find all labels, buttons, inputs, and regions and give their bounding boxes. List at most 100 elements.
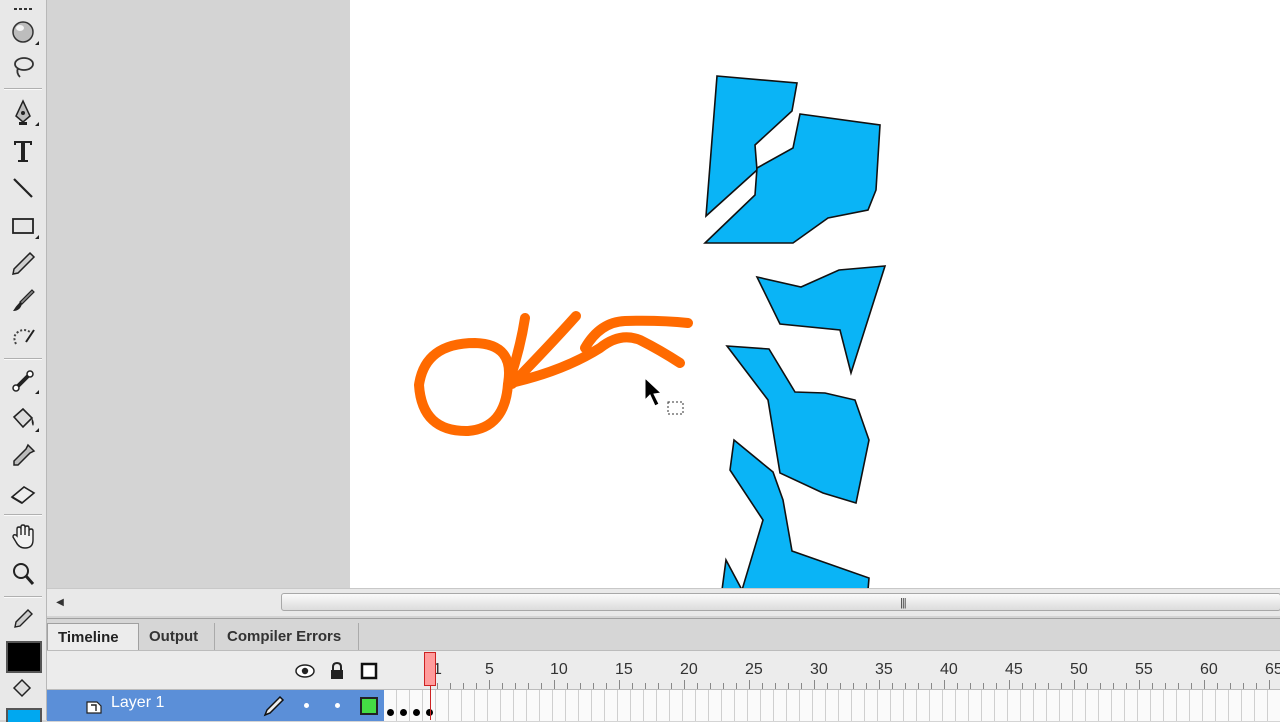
tab-compiler-errors[interactable]: Compiler Errors bbox=[217, 623, 359, 651]
line-tool[interactable] bbox=[4, 170, 42, 206]
fill-color-tool[interactable] bbox=[4, 674, 42, 704]
pencil-edit-icon bbox=[263, 695, 285, 717]
eraser-icon bbox=[10, 486, 36, 504]
stroke-color-swatch[interactable] bbox=[6, 641, 42, 673]
frame-number-25: 25 bbox=[745, 661, 763, 678]
frame-number-20: 20 bbox=[680, 661, 698, 678]
stage-horizontal-scrollbar[interactable]: ◀ ||| bbox=[47, 588, 1280, 616]
hand-icon bbox=[12, 524, 34, 549]
tab-timeline[interactable]: Timeline bbox=[47, 623, 139, 651]
layer-row[interactable]: Layer 1 bbox=[47, 689, 1280, 721]
frame-ruler[interactable]: 1 5 10 15 20 25 30 35 40 45 50 55 60 65 bbox=[431, 651, 1280, 689]
scrollbar-thumb[interactable]: ||| bbox=[281, 593, 1280, 611]
show-hide-all-layers-icon[interactable] bbox=[295, 661, 315, 681]
frame-number-40: 40 bbox=[940, 661, 958, 678]
panel-tab-bar: Timeline Output Compiler Errors bbox=[47, 618, 1280, 651]
3d-rotation-tool[interactable] bbox=[4, 14, 42, 50]
text-tool[interactable] bbox=[4, 133, 42, 169]
stroke-color-tool[interactable] bbox=[4, 604, 42, 634]
frame-tick bbox=[879, 680, 880, 689]
paint-bucket-tool[interactable] bbox=[4, 401, 42, 437]
brush-tool[interactable] bbox=[4, 283, 42, 319]
tools-panel bbox=[0, 0, 47, 722]
tool-separator bbox=[4, 88, 42, 90]
keyframe-dot[interactable] bbox=[413, 709, 420, 716]
zoom-icon bbox=[13, 563, 35, 585]
line-icon bbox=[13, 178, 33, 198]
frame-number-35: 35 bbox=[875, 661, 893, 678]
tool-separator bbox=[4, 596, 42, 598]
frame-tick bbox=[1204, 680, 1205, 689]
pasteboard[interactable] bbox=[47, 0, 350, 588]
rectangle-icon bbox=[12, 218, 34, 234]
layer-frames[interactable] bbox=[384, 690, 1280, 721]
fill-color-icon bbox=[12, 678, 32, 698]
eraser-tool[interactable] bbox=[4, 476, 42, 512]
frame-number-10: 10 bbox=[550, 661, 568, 678]
tool-separator bbox=[4, 358, 42, 360]
frame-number-50: 50 bbox=[1070, 661, 1088, 678]
frame-tick bbox=[619, 680, 620, 689]
lasso-tool[interactable] bbox=[4, 50, 42, 86]
frame-tick bbox=[554, 680, 555, 689]
pencil-tool[interactable] bbox=[4, 246, 42, 282]
frame-tick bbox=[684, 680, 685, 689]
bone-tool[interactable] bbox=[4, 363, 42, 399]
blue-shard[interactable] bbox=[721, 557, 742, 588]
layer-outline-color-swatch[interactable] bbox=[360, 697, 378, 715]
frame-number-65: 65 bbox=[1265, 661, 1280, 678]
lasso-tool-icon bbox=[14, 57, 34, 78]
keyframe-dot[interactable] bbox=[400, 709, 407, 716]
timeline-header: 1 5 10 15 20 25 30 35 40 45 50 55 60 65 bbox=[47, 650, 1280, 689]
frame-number-55: 55 bbox=[1135, 661, 1153, 678]
frame-tick bbox=[1269, 680, 1270, 689]
stage-artwork bbox=[414, 75, 887, 588]
frame-number-45: 45 bbox=[1005, 661, 1023, 678]
layer-name[interactable]: Layer 1 bbox=[111, 694, 164, 712]
frame-number-5: 5 bbox=[485, 661, 494, 678]
eyedropper-tool[interactable] bbox=[4, 438, 42, 474]
orange-brush-stroke[interactable] bbox=[414, 311, 693, 437]
frame-tick bbox=[489, 680, 490, 689]
frame-number-30: 30 bbox=[810, 661, 828, 678]
pencil-icon bbox=[12, 251, 36, 275]
frame-number-60: 60 bbox=[1200, 661, 1218, 678]
pen-icon bbox=[15, 99, 31, 125]
keyframe-dot[interactable] bbox=[387, 709, 394, 716]
scrollbar-grip-icon: ||| bbox=[900, 597, 907, 609]
lock-all-layers-icon[interactable] bbox=[327, 661, 347, 681]
frame-tick bbox=[1009, 680, 1010, 689]
tool-separator bbox=[4, 514, 42, 516]
zoom-tool[interactable] bbox=[4, 556, 42, 592]
hand-tool[interactable] bbox=[4, 519, 42, 555]
blue-shard[interactable] bbox=[755, 265, 887, 376]
frame-tick bbox=[1139, 680, 1140, 689]
tab-output[interactable]: Output bbox=[139, 623, 215, 651]
pen-tool[interactable] bbox=[4, 95, 42, 131]
eyedropper-icon bbox=[13, 443, 36, 466]
mouse-cursor bbox=[644, 376, 684, 415]
deco-tool[interactable] bbox=[4, 319, 42, 355]
outline-all-layers-icon[interactable] bbox=[359, 661, 379, 681]
paint-bucket-icon bbox=[12, 407, 34, 429]
brush-icon bbox=[13, 289, 35, 311]
frame-tick bbox=[814, 680, 815, 689]
deco-icon bbox=[13, 329, 35, 345]
bone-icon bbox=[12, 370, 34, 392]
3d-rotation-icon bbox=[12, 21, 34, 43]
playhead[interactable] bbox=[424, 652, 436, 686]
stroke-color-icon bbox=[14, 609, 33, 628]
layer-unlocked-dot[interactable] bbox=[335, 703, 340, 708]
scroll-left-arrow-icon[interactable]: ◀ bbox=[53, 595, 67, 609]
frame-tick bbox=[944, 680, 945, 689]
frame-number-15: 15 bbox=[615, 661, 633, 678]
layer-name-cell[interactable]: Layer 1 bbox=[47, 690, 384, 721]
layer-icon bbox=[86, 701, 102, 714]
frame-tick bbox=[1074, 680, 1075, 689]
text-icon bbox=[14, 141, 32, 162]
rectangle-tool[interactable] bbox=[4, 208, 42, 244]
stage-canvas[interactable] bbox=[350, 0, 1280, 588]
frame-tick bbox=[749, 680, 750, 689]
playhead-line bbox=[430, 686, 431, 720]
layer-visible-dot[interactable] bbox=[304, 703, 309, 708]
